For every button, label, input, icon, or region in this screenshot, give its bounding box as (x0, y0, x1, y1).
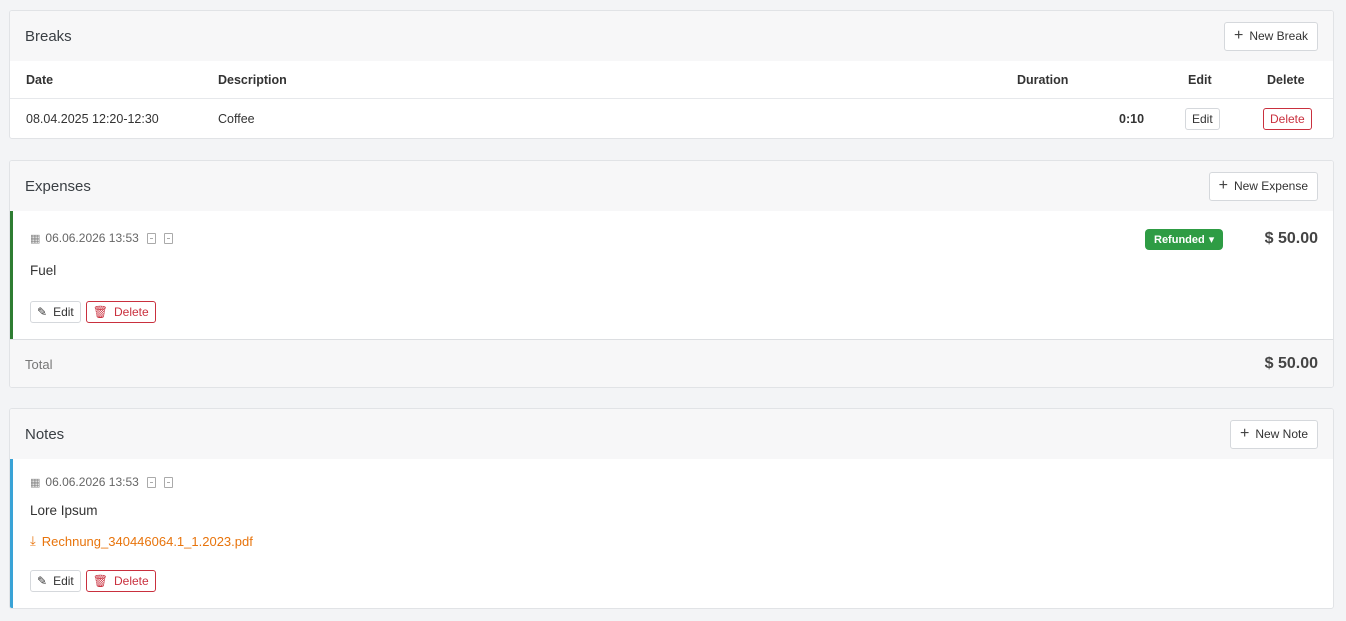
attachment-link[interactable]: ⤓ Rechnung_340446064.1_1.2023.pdf (30, 533, 253, 549)
expense-delete-button[interactable]: 🗑︎ Delete (85, 301, 156, 323)
pdf-file-icon[interactable] (146, 232, 156, 244)
caret-down-icon: ▾ (1208, 234, 1215, 246)
status-label: Refunded (1154, 233, 1205, 246)
breaks-panel: Breaks + New Break Date Description Dura… (9, 10, 1334, 139)
pencil-icon: ✎ (37, 574, 48, 588)
table-row: 08.04.2025 12:20-12:30 Coffee 0:10 Edit … (10, 99, 1333, 138)
calendar-icon: ▦ (30, 232, 41, 245)
trash-icon: 🗑︎ (92, 574, 108, 588)
pdf-file-icon[interactable] (146, 476, 156, 488)
calendar-icon: ▦ (30, 476, 41, 489)
plus-icon: + (1218, 177, 1228, 194)
expense-meta: ▦ 06.06.2026 13:53 (30, 231, 173, 245)
new-expense-label: New Expense (1233, 179, 1308, 193)
plus-icon: + (1233, 27, 1244, 44)
break-date: 08.04.2025 12:20-12:30 (26, 111, 159, 126)
plus-icon: + (1239, 425, 1250, 442)
expenses-title: Expenses (25, 177, 91, 195)
expenses-total-row: Total $ 50.00 (10, 339, 1333, 387)
expense-description: Fuel (30, 263, 57, 278)
break-description: Coffee (218, 111, 255, 126)
expense-delete-label: Delete (113, 305, 149, 319)
expense-datetime: 06.06.2026 13:53 (45, 231, 139, 245)
total-label: Total (25, 356, 53, 372)
break-delete-button[interactable]: Delete (1263, 107, 1312, 130)
expense-edit-label: Edit (53, 305, 74, 319)
file-icon[interactable] (163, 232, 173, 244)
new-break-label: New Break (1249, 29, 1308, 43)
note-datetime: 06.06.2026 13:53 (45, 475, 139, 489)
download-icon: ⤓ (30, 533, 36, 548)
breaks-title: Breaks (25, 27, 72, 45)
new-expense-button[interactable]: + New Expense (1208, 171, 1318, 201)
note-item: ▦ 06.06.2026 13:53 Lore Ipsum ⤓ Rechnung… (10, 459, 1333, 608)
breaks-table-header: Date Description Duration Edit Delete (10, 61, 1333, 99)
status-badge[interactable]: Refunded ▾ (1145, 229, 1224, 250)
breaks-header: Breaks + New Break (10, 11, 1333, 61)
col-edit: Edit (1188, 72, 1212, 87)
expenses-header: Expenses + New Expense (10, 161, 1333, 211)
new-note-label: New Note (1255, 427, 1308, 441)
col-description: Description (218, 72, 287, 87)
file-icon[interactable] (163, 476, 173, 488)
note-delete-label: Delete (113, 574, 149, 588)
expense-edit-button[interactable]: ✎ Edit (30, 301, 81, 323)
break-duration: 0:10 (1119, 111, 1145, 126)
note-meta: ▦ 06.06.2026 13:53 (30, 475, 173, 489)
expense-amount: $ 50.00 (1264, 230, 1318, 247)
note-text: Lore Ipsum (30, 503, 98, 518)
new-note-button[interactable]: + New Note (1229, 419, 1318, 449)
attachment-filename: Rechnung_340446064.1_1.2023.pdf (41, 533, 253, 549)
expense-item: ▦ 06.06.2026 13:53 Fuel ✎ Edit 🗑︎ Delete… (10, 211, 1333, 339)
col-duration: Duration (1017, 72, 1069, 87)
notes-title: Notes (25, 425, 65, 443)
new-break-button[interactable]: + New Break (1223, 21, 1318, 51)
col-date: Date (26, 72, 54, 87)
trash-icon: 🗑︎ (92, 305, 108, 319)
note-edit-button[interactable]: ✎ Edit (30, 570, 81, 592)
note-delete-button[interactable]: 🗑︎ Delete (85, 570, 156, 592)
expenses-panel: Expenses + New Expense ▦ 06.06.2026 13:5… (9, 160, 1334, 388)
pencil-icon: ✎ (37, 305, 48, 319)
note-edit-label: Edit (53, 574, 74, 588)
notes-panel: Notes + New Note ▦ 06.06.2026 13:53 Lore… (9, 408, 1334, 609)
col-delete: Delete (1267, 72, 1305, 87)
notes-header: Notes + New Note (10, 409, 1333, 459)
total-amount: $ 50.00 (1264, 355, 1318, 372)
break-edit-button[interactable]: Edit (1185, 107, 1220, 130)
